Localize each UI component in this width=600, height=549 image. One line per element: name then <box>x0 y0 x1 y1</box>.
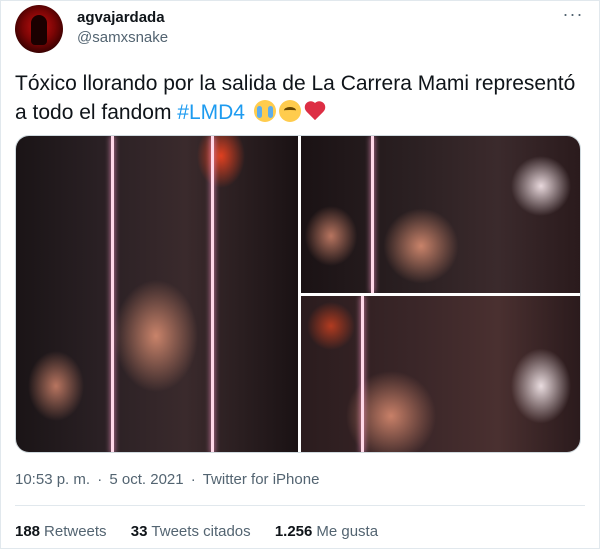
avatar-figure <box>31 15 47 45</box>
pleading-face-icon <box>278 100 301 122</box>
likes-stat[interactable]: 1.256 Me gusta <box>275 523 378 540</box>
divider <box>15 505 585 506</box>
loudly-crying-face-icon <box>253 100 276 122</box>
tweet-metadata: 10:53 p. m. · 5 oct. 2021 · Twitter for … <box>15 471 322 488</box>
tweet-date[interactable]: 5 oct. 2021 <box>109 471 183 488</box>
retweets-stat[interactable]: 188 Retweets <box>15 523 107 540</box>
photo-2[interactable] <box>301 136 580 293</box>
more-options-icon[interactable]: ··· <box>561 5 585 29</box>
tweet-time[interactable]: 10:53 p. m. <box>15 471 90 488</box>
photo-1[interactable] <box>16 136 298 452</box>
neon-light <box>361 296 364 452</box>
quotes-count: 33 <box>130 523 148 540</box>
tweet-source[interactable]: Twitter for iPhone <box>203 471 320 488</box>
engagement-stats: 188 Retweets 33 Tweets citados 1.256 Me gus… <box>15 523 398 540</box>
likes-label: Me gusta <box>316 523 379 540</box>
neon-light <box>371 136 374 293</box>
separator: · <box>97 471 103 488</box>
separator: · <box>190 471 196 488</box>
quote-tweets-stat[interactable]: 33 Tweets citados <box>131 523 251 540</box>
display-name[interactable]: agvajardada <box>77 9 165 26</box>
neon-light <box>211 136 214 452</box>
retweets-label: Retweets <box>44 523 107 540</box>
avatar[interactable] <box>15 5 63 53</box>
photo-3[interactable] <box>301 296 580 452</box>
tweet-text: Tóxico llorando por la salida de La Carr… <box>15 69 585 127</box>
red-heart-icon <box>304 102 326 122</box>
likes-count: 1.256 <box>274 523 313 540</box>
user-handle[interactable]: @samxsnake <box>77 29 168 46</box>
media-grid <box>15 135 581 453</box>
hashtag-link[interactable]: #LMD4 <box>177 101 245 124</box>
quotes-label: Tweets citados <box>151 523 251 540</box>
tweet-card: agvajardada @samxsnake ··· Tóxico lloran… <box>0 0 600 549</box>
retweets-count: 188 <box>15 523 41 540</box>
neon-light <box>111 136 114 452</box>
